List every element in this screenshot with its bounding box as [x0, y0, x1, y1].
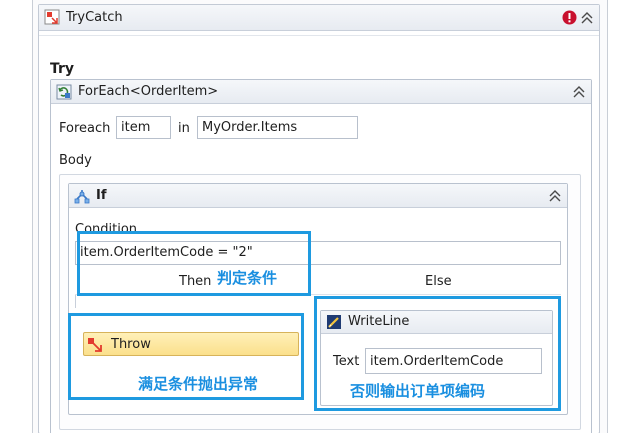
foreach-header[interactable]: ForEach<OrderItem>	[51, 80, 591, 104]
trycatch-icon	[44, 9, 60, 25]
foreach-collection-input[interactable]: MyOrder.Items	[197, 116, 358, 139]
double-chevron-up-icon[interactable]	[580, 11, 594, 25]
if-icon	[74, 188, 90, 204]
trycatch-title: TryCatch	[66, 10, 123, 25]
else-annotation-text: 否则输出订单项编码	[350, 382, 486, 400]
trycatch-header[interactable]: TryCatch	[39, 5, 599, 31]
double-chevron-up-icon[interactable]	[548, 189, 562, 203]
in-label: in	[178, 121, 190, 136]
workflow-designer-canvas: TryCatch Try ForEach<OrderItem> Foreach …	[0, 0, 617, 433]
if-title: If	[96, 188, 107, 203]
try-section-label: Try	[50, 61, 75, 77]
then-left-border	[75, 294, 76, 308]
trycatch-header-gap	[39, 35, 599, 36]
foreach-item-input[interactable]: item	[116, 116, 171, 139]
foreach-title: ForEach<OrderItem>	[78, 84, 219, 99]
foreach-label: Foreach	[59, 121, 111, 136]
if-header[interactable]: If	[69, 184, 567, 208]
body-label: Body	[59, 153, 92, 168]
double-chevron-up-icon[interactable]	[572, 85, 586, 99]
else-label: Else	[425, 274, 452, 289]
foreach-icon	[56, 84, 72, 100]
error-icon[interactable]	[562, 10, 577, 25]
condition-annotation-text: 判定条件	[217, 269, 278, 287]
throw-annotation-text: 满足条件抛出异常	[138, 375, 259, 393]
